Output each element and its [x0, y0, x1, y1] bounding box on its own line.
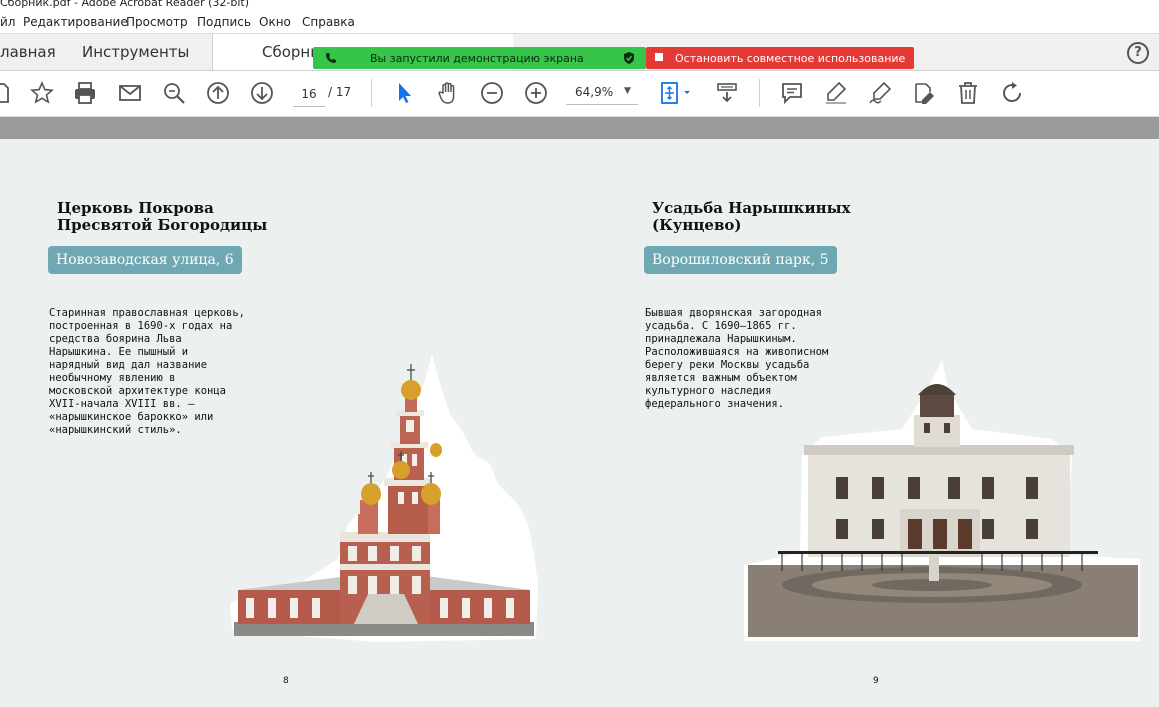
zoom-search-icon[interactable] — [162, 81, 186, 105]
toolbar-divider — [759, 79, 760, 107]
description-line: XVII-начала XVIII вв. – — [49, 398, 195, 410]
window-title: Сборник.pdf - Adobe Acrobat Reader (32-b… — [0, 0, 249, 9]
tab-tools[interactable]: Инструменты — [82, 43, 189, 61]
tab-home[interactable]: лавная — [0, 43, 56, 61]
star-icon[interactable] — [30, 80, 54, 105]
select-cursor-icon[interactable] — [393, 81, 417, 105]
left-address-badge: Новозаводская улица, 6 — [48, 246, 242, 274]
mail-icon[interactable] — [118, 81, 142, 105]
menu-window[interactable]: Окно — [259, 15, 291, 29]
zoom-select[interactable]: 64,9% ▼ — [566, 82, 638, 105]
description-line: средства боярина Льва — [49, 333, 182, 345]
page-up-icon[interactable] — [206, 81, 230, 105]
stop-sharing-button[interactable]: Остановить совместное использование — [646, 47, 914, 69]
fit-page-icon[interactable] — [659, 81, 695, 105]
shield-check-icon — [624, 52, 634, 64]
description-line: «нарышкинское барокко» или — [49, 411, 214, 423]
save-icon[interactable] — [0, 81, 12, 105]
menu-edit[interactable]: Редактирование — [23, 15, 128, 29]
description-line: необычному явлению в — [49, 372, 176, 384]
zoom-value: 64,9% — [575, 85, 614, 99]
description-line: «нарышкинский стиль». — [49, 424, 182, 436]
right-page-number: 9 — [873, 676, 879, 686]
page-number-input[interactable] — [293, 82, 325, 107]
right-page-title: Усадьба Нарышкиных (Кунцево) — [652, 200, 851, 234]
menu-view[interactable]: Просмотр — [126, 15, 188, 29]
screen-share-text: Вы запустили демонстрацию экрана — [370, 52, 584, 65]
description-line: Нарышкина. Ее пышный и — [49, 346, 189, 358]
sign-icon[interactable] — [868, 81, 892, 105]
description-line: нарядный вид дал название — [49, 359, 208, 371]
pdf-page-spread[interactable]: Церковь Покрова Пресвятой Богородицы Нов… — [0, 139, 1159, 707]
help-icon[interactable]: ? — [1127, 42, 1149, 64]
print-icon[interactable] — [73, 81, 97, 105]
highlight-icon[interactable] — [824, 81, 848, 105]
description-line: московской архитектуре конца — [49, 385, 227, 397]
description-line: Старинная православная церковь, — [49, 307, 245, 319]
title-line: Церковь Покрова — [57, 199, 214, 217]
edit-pdf-icon[interactable] — [912, 81, 936, 105]
stop-sharing-label: Остановить совместное использование — [675, 52, 906, 65]
window-title-bar: Сборник.pdf - Adobe Acrobat Reader (32-b… — [0, 0, 1159, 11]
zoom-in-icon[interactable] — [524, 81, 548, 105]
stop-icon — [655, 53, 663, 61]
screen-share-status: Вы запустили демонстрацию экрана — [313, 47, 646, 69]
description-line: Расположившаяся на живописном — [645, 346, 829, 358]
title-line: (Кунцево) — [652, 216, 742, 234]
menu-sign[interactable]: Подпись — [197, 15, 251, 29]
description-line: построенная в 1690-х годах на — [49, 320, 233, 332]
chevron-down-icon: ▼ — [624, 86, 631, 96]
delete-icon[interactable] — [956, 81, 980, 105]
zoom-out-icon[interactable] — [480, 81, 504, 105]
menu-bar: йл Редактирование Просмотр Подпись Окно … — [0, 11, 1159, 34]
left-page-title: Церковь Покрова Пресвятой Богородицы — [57, 200, 267, 234]
left-page-number: 8 — [283, 676, 289, 686]
menu-file[interactable]: йл — [0, 15, 15, 29]
rotate-icon[interactable] — [1000, 81, 1024, 105]
scroll-mode-icon[interactable] — [715, 81, 739, 105]
left-description: Старинная православная церковь, построен… — [49, 307, 245, 437]
tab-document-label: Сборни — [262, 43, 320, 61]
toolbar: / 17 64,9% ▼ — [0, 71, 1159, 117]
description-line: Бывшая дворянская загородная — [645, 307, 823, 319]
title-line: Усадьба Нарышкиных — [652, 199, 851, 217]
menu-help[interactable]: Справка — [302, 15, 355, 29]
toolbar-divider — [371, 79, 372, 107]
page-down-icon[interactable] — [250, 81, 274, 105]
title-line: Пресвятой Богородицы — [57, 216, 268, 234]
church-photo — [230, 354, 538, 642]
page-total: / 17 — [328, 85, 352, 99]
comment-icon[interactable] — [780, 81, 804, 105]
phone-icon — [326, 53, 336, 63]
manor-photo — [744, 359, 1140, 641]
description-line: принадлежала Нарышкиным. — [645, 333, 797, 345]
description-line: усадьба. С 1690—1865 гг. — [645, 320, 797, 332]
right-address-badge: Ворошиловский парк, 5 — [644, 246, 837, 274]
document-top-margin — [0, 117, 1159, 139]
hand-icon[interactable] — [436, 81, 460, 105]
